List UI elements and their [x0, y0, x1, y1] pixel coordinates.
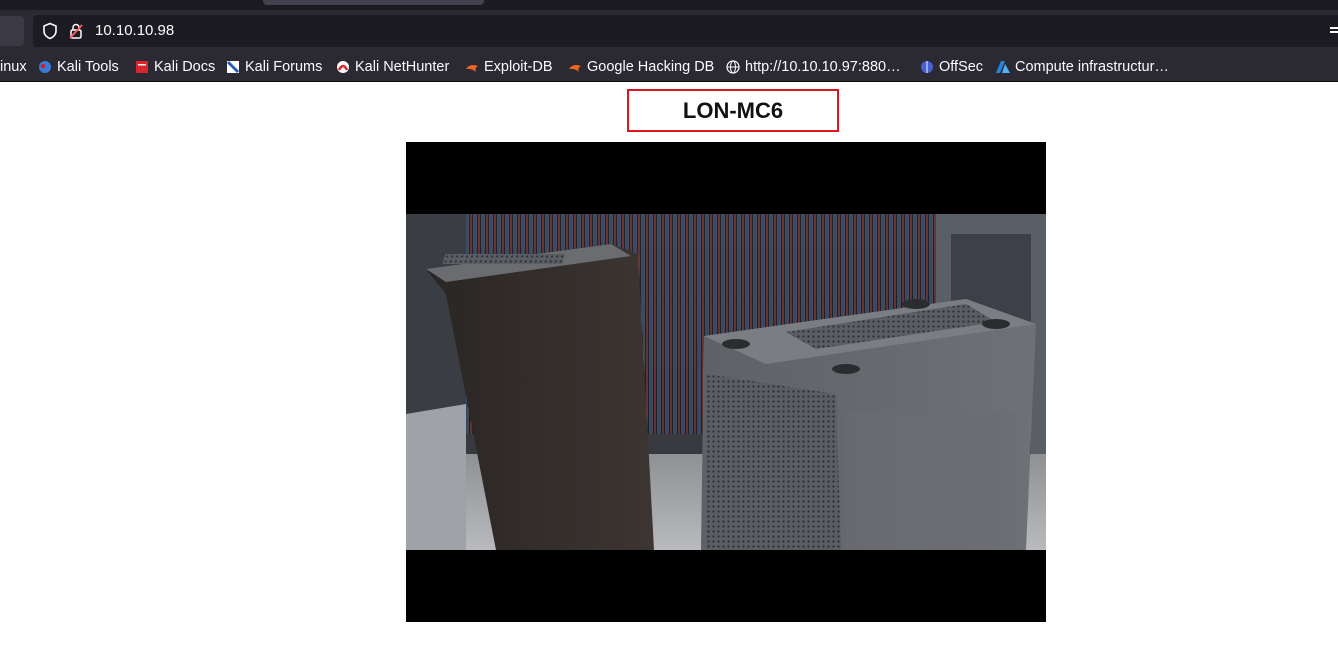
- bookmark-compute-infrastructure[interactable]: Compute infrastructur…: [996, 52, 1169, 81]
- navigation-toolbar: 10.10.10.98: [0, 10, 1338, 52]
- bookmark-label: Kali Tools: [57, 58, 119, 75]
- camera-feed[interactable]: [406, 142, 1046, 622]
- insecure-lock-icon[interactable]: [67, 22, 85, 40]
- menu-icon[interactable]: [1330, 27, 1338, 35]
- camera-title-box: LON-MC6: [627, 89, 839, 132]
- bookmark-label: Google Hacking DB: [587, 58, 715, 75]
- bookmark-label: Kali Docs: [154, 58, 216, 75]
- bookmark-exploit-db[interactable]: Exploit-DB: [465, 52, 553, 81]
- bookmark-kali-tools[interactable]: Kali Tools: [38, 52, 119, 81]
- bookmark-kali-nethunter[interactable]: Kali NetHunter: [336, 52, 449, 81]
- bookmark-label: Kali Forums: [245, 58, 323, 75]
- offsec-icon: [921, 60, 933, 73]
- bookmark-google-hacking-db[interactable]: Google Hacking DB: [568, 52, 714, 81]
- kali-forums-icon: [226, 60, 240, 73]
- exploit-db-icon: [569, 64, 581, 72]
- tab-strip: [0, 0, 1338, 10]
- bookmark-label: OffSec: [939, 58, 984, 75]
- bookmark-local-url[interactable]: http://10.10.10.97:880…: [726, 52, 901, 81]
- bookmark-label: Compute infrastructur…: [1015, 58, 1169, 75]
- bookmarks-toolbar: inux Kali Tools Kali Docs Kali Forums Ka…: [0, 52, 1338, 82]
- server-room-image: [406, 214, 1046, 550]
- bookmark-kali-docs[interactable]: Kali Docs: [135, 52, 215, 81]
- toolbar-button[interactable]: [0, 16, 24, 46]
- camera-title: LON-MC6: [682, 97, 784, 123]
- url-text[interactable]: 10.10.10.98: [95, 22, 174, 40]
- tracking-protection-shield-icon[interactable]: [41, 22, 59, 40]
- bookmark-linux[interactable]: inux: [0, 52, 27, 81]
- bookmark-kali-forums[interactable]: Kali Forums: [226, 52, 322, 81]
- kali-tools-icon: [39, 60, 51, 73]
- bookmark-label: Kali NetHunter: [355, 58, 450, 75]
- exploit-db-icon: [466, 64, 478, 72]
- bookmark-label: inux: [0, 58, 27, 75]
- kali-nethunter-icon: [337, 60, 349, 73]
- globe-icon: [726, 59, 740, 74]
- bookmark-label: Exploit-DB: [484, 58, 553, 75]
- kali-docs-icon: [136, 60, 148, 73]
- azure-icon: [996, 60, 1010, 73]
- active-tab[interactable]: [263, 0, 484, 5]
- bookmark-label: http://10.10.10.97:880…: [745, 58, 901, 75]
- bookmark-offsec[interactable]: OffSec: [920, 52, 983, 81]
- address-bar[interactable]: 10.10.10.98: [33, 15, 1338, 47]
